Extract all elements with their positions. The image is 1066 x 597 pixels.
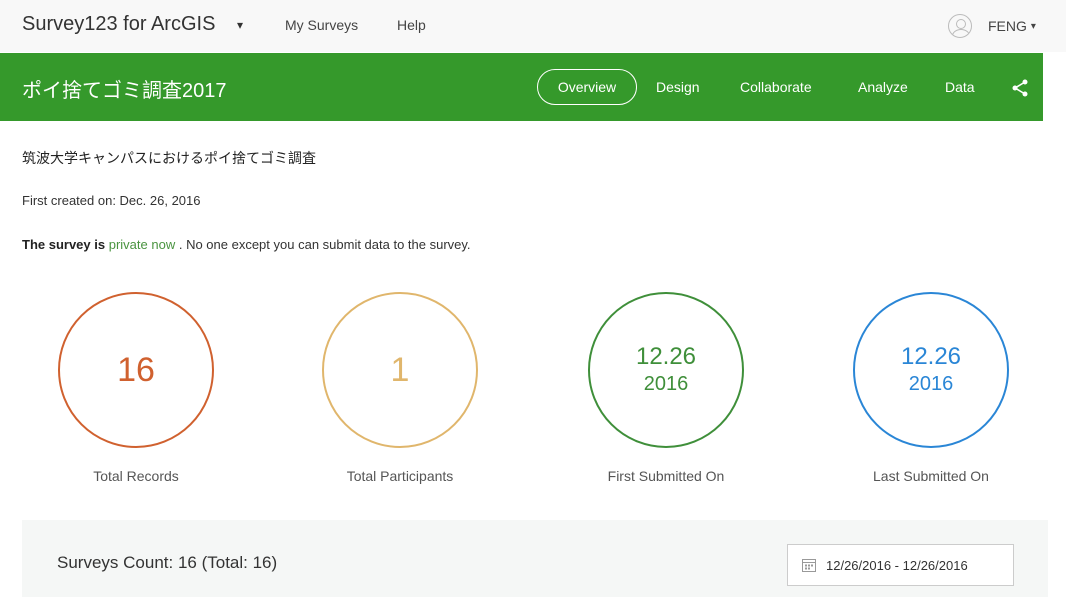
stat-label: Total Records xyxy=(93,468,179,484)
tab-data[interactable]: Data xyxy=(945,53,975,121)
calendar-icon xyxy=(802,559,816,572)
stat-circle: 12.26 2016 xyxy=(853,292,1009,448)
stat-label: Last Submitted On xyxy=(873,468,989,484)
stat-first-submitted: 12.26 2016 First Submitted On xyxy=(586,292,746,484)
stat-year: 2016 xyxy=(908,373,954,395)
share-icon[interactable] xyxy=(1011,79,1029,97)
stat-total-records: 16 Total Records xyxy=(56,292,216,484)
privacy-suffix: . No one except you can submit data to t… xyxy=(178,237,471,252)
privacy-prefix: The survey is xyxy=(22,237,106,252)
survey-header: ポイ捨てゴミ調査2017 Overview Design Collaborate… xyxy=(0,53,1043,121)
user-caret-icon: ▾ xyxy=(1030,20,1036,32)
stat-circle: 1 xyxy=(322,292,478,448)
stat-value: 16 xyxy=(117,350,155,389)
surveys-count-panel: Surveys Count: 16 (Total: 16) 12/26/2016… xyxy=(22,520,1048,597)
survey-description: 筑波大学キャンパスにおけるポイ捨てゴミ調査 xyxy=(22,150,316,166)
stat-label: Total Participants xyxy=(346,468,454,484)
date-range-text: 12/26/2016 - 12/26/2016 xyxy=(826,557,968,573)
tab-design[interactable]: Design xyxy=(656,53,700,121)
stat-date: 12.26 xyxy=(900,343,962,370)
stat-value: 1 xyxy=(390,350,410,389)
user-menu[interactable]: FENG ▾ xyxy=(948,12,1036,40)
stat-total-participants: 1 Total Participants xyxy=(320,292,480,484)
top-bar: Survey123 for ArcGIS ▾ My Surveys Help F… xyxy=(0,0,1066,52)
stat-circle: 12.26 2016 xyxy=(588,292,744,448)
stat-date: 12.26 xyxy=(635,343,697,370)
app-title[interactable]: Survey123 for ArcGIS xyxy=(22,13,215,36)
user-name: FENG xyxy=(988,18,1027,34)
date-range-picker[interactable]: 12/26/2016 - 12/26/2016 xyxy=(787,544,1014,586)
created-date: First created on: Dec. 26, 2016 xyxy=(22,193,201,208)
nav-help[interactable]: Help xyxy=(397,17,426,33)
tab-analyze[interactable]: Analyze xyxy=(858,53,908,121)
stat-last-submitted: 12.26 2016 Last Submitted On xyxy=(851,292,1011,484)
tab-overview[interactable]: Overview xyxy=(537,69,637,105)
stat-circle: 16 xyxy=(58,292,214,448)
survey-title: ポイ捨てゴミ調査2017 xyxy=(22,80,227,102)
app-menu-caret-icon[interactable]: ▾ xyxy=(237,18,243,32)
surveys-count: Surveys Count: 16 (Total: 16) xyxy=(57,553,278,572)
stat-year: 2016 xyxy=(643,373,689,395)
nav-my-surveys[interactable]: My Surveys xyxy=(285,17,358,33)
stat-label: First Submitted On xyxy=(607,468,725,484)
tab-collaborate[interactable]: Collaborate xyxy=(740,53,812,121)
avatar-icon xyxy=(948,14,972,38)
privacy-link[interactable]: private now xyxy=(109,237,175,252)
privacy-status: The survey is private now . No one excep… xyxy=(22,237,471,252)
